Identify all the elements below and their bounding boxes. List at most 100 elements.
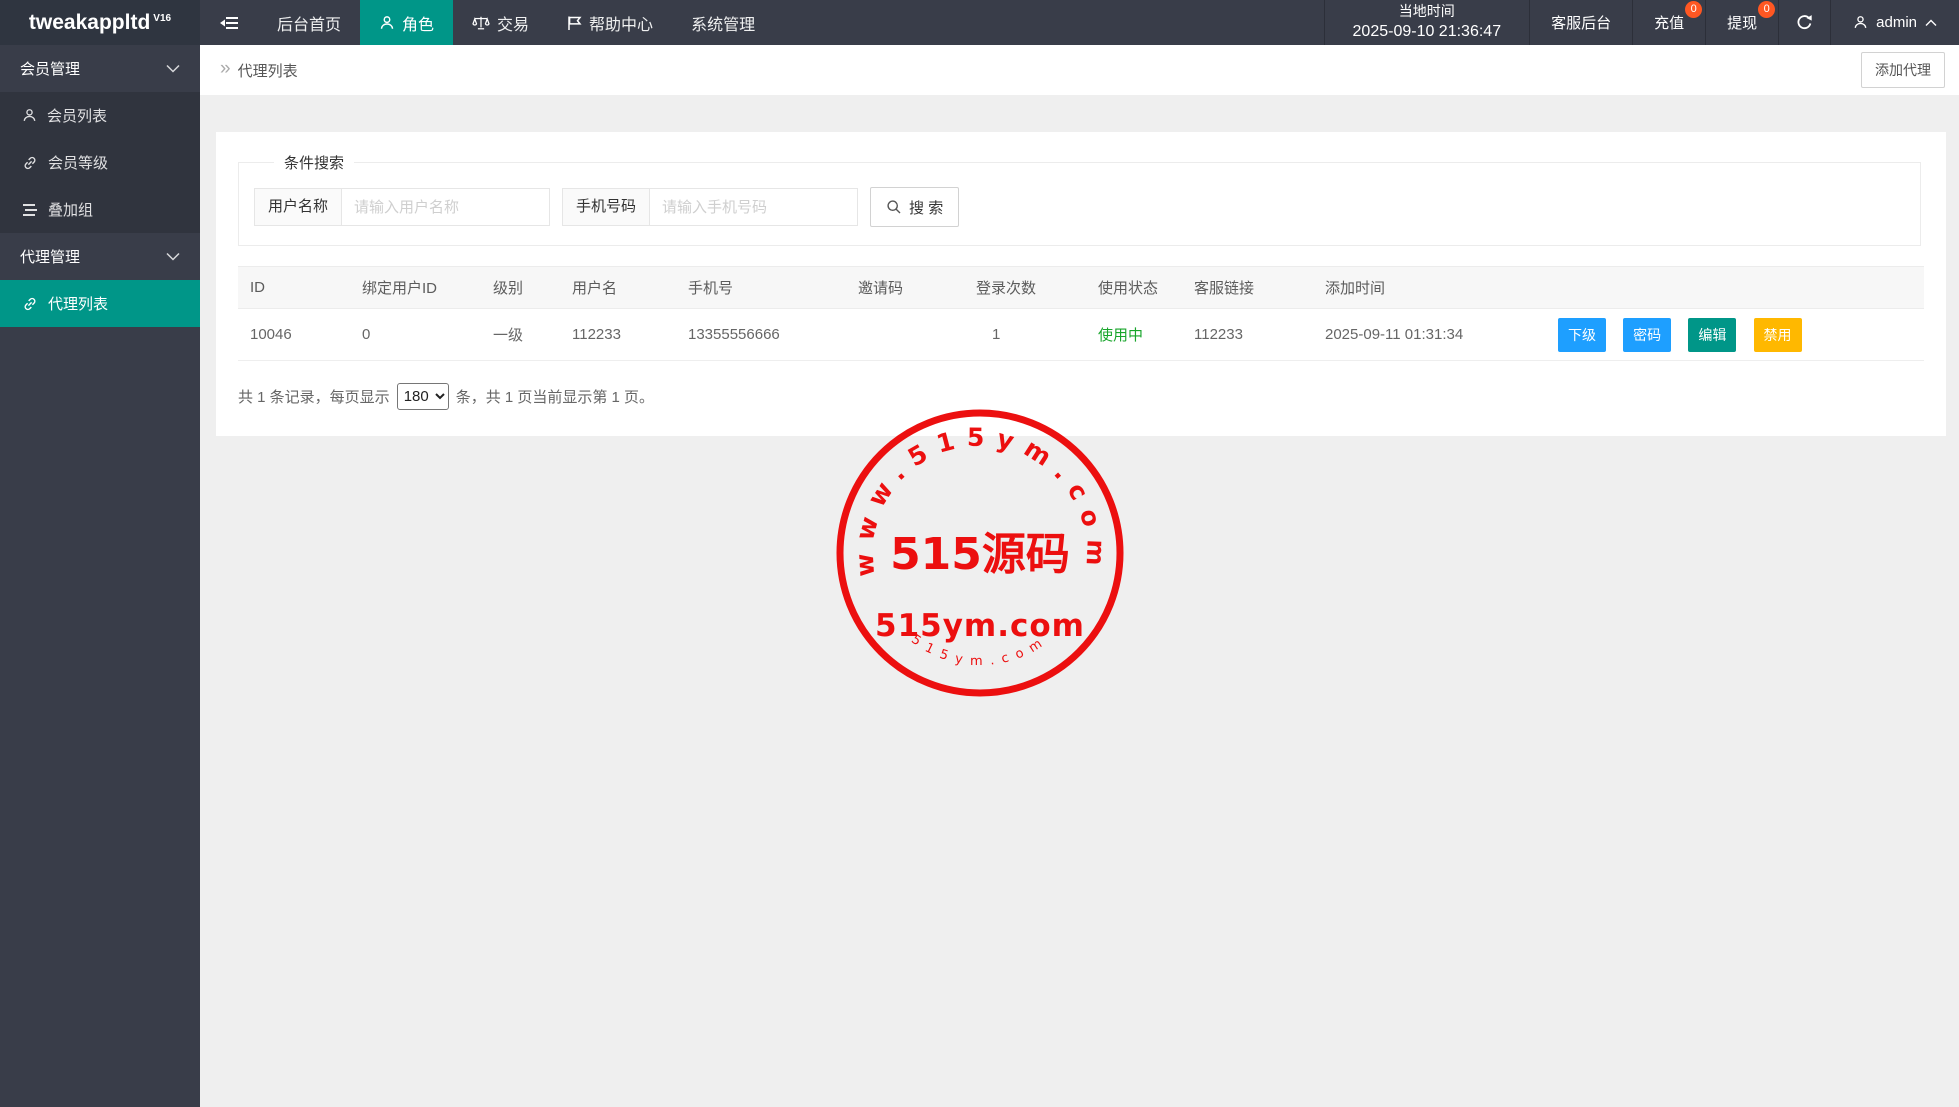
topnav-label: 系统管理: [691, 11, 755, 35]
quick-link-label: 充值: [1654, 12, 1684, 33]
local-time-block: 当地时间 2025-09-10 21:36:47: [1324, 0, 1531, 45]
cell-invite-code: [846, 309, 964, 361]
refresh-button[interactable]: [1779, 0, 1831, 45]
col-header-bind-user-id: 绑定用户ID: [350, 267, 481, 309]
search-panel: 条件搜索 用户名称 手机号码 搜 索: [238, 152, 1921, 246]
cell-id: 10046: [238, 309, 350, 361]
main-area: » 代理列表 添加代理 条件搜索 用户名称 手机号码: [200, 45, 1959, 1107]
sidebar-item-overlay-group[interactable]: 叠加组: [0, 186, 200, 233]
sidebar-item-agent-list[interactable]: 代理列表: [0, 280, 200, 327]
sidebar-item-member-level[interactable]: 会员等级: [0, 139, 200, 186]
topnav-label: 交易: [497, 11, 529, 35]
topnav-item-recharge[interactable]: 充值 0: [1633, 0, 1706, 45]
col-header-actions: [1543, 267, 1924, 309]
disable-button[interactable]: 禁用: [1754, 318, 1802, 352]
sidebar-group-label: 会员管理: [20, 58, 80, 79]
watermark-domain-text: 515ym.com: [875, 608, 1085, 644]
topnav-item-withdraw[interactable]: 提现 0: [1706, 0, 1779, 45]
watermark-circle: [840, 413, 1120, 693]
recharge-count-badge: 0: [1685, 1, 1702, 18]
chevron-up-icon: [1925, 19, 1937, 27]
person-icon: [22, 108, 37, 123]
cell-created-at: 2025-09-11 01:31:34: [1313, 309, 1543, 361]
topnav-item-role[interactable]: 角色: [360, 0, 453, 45]
top-header: tweakappltdV16 后台首页 角色 交易: [0, 0, 1959, 45]
topnav-item-home[interactable]: 后台首页: [258, 0, 360, 45]
sidebar-item-label: 叠加组: [48, 199, 93, 220]
username-field-label: 用户名称: [254, 188, 342, 226]
table-row: 10046 0 一级 112233 13355556666 1 使用中 1122…: [238, 309, 1924, 361]
sidebar-group-member-management[interactable]: 会员管理: [0, 45, 200, 92]
cell-actions: 下级 密码 编辑 禁用: [1543, 309, 1924, 361]
edit-button[interactable]: 编辑: [1688, 318, 1736, 352]
topnav-label: 后台首页: [277, 11, 341, 35]
phone-field-label: 手机号码: [562, 188, 650, 226]
col-header-level: 级别: [481, 267, 560, 309]
topnav-item-service-admin[interactable]: 客服后台: [1530, 0, 1633, 45]
watermark-center-text: 515源码: [890, 529, 1070, 580]
flag-icon: [567, 15, 582, 31]
brand-logo: tweakappltdV16: [0, 0, 200, 45]
header-spacer: [774, 0, 1323, 45]
topnav-item-trade[interactable]: 交易: [453, 0, 548, 45]
cell-username: 112233: [560, 309, 676, 361]
chevron-down-icon: [166, 252, 180, 261]
cell-login-count: 1: [964, 309, 1086, 361]
withdraw-count-badge: 0: [1758, 1, 1775, 18]
sidebar-item-member-list[interactable]: 会员列表: [0, 92, 200, 139]
stack-icon: [22, 203, 38, 217]
sidebar: 会员管理 会员列表 会员等级 叠加组 代理管理: [0, 45, 200, 1107]
content-card: 条件搜索 用户名称 手机号码 搜 索: [216, 132, 1946, 436]
col-header-created-at: 添加时间: [1313, 267, 1543, 309]
refresh-icon: [1796, 14, 1813, 31]
sidebar-group-agent-management[interactable]: 代理管理: [0, 233, 200, 280]
search-button-label: 搜 索: [909, 197, 943, 218]
pagination-bar: 共 1 条记录，每页显示 180 条，共 1 页当前显示第 1 页。: [238, 383, 1921, 410]
password-button[interactable]: 密码: [1623, 318, 1671, 352]
table-header-row: ID 绑定用户ID 级别 用户名 手机号 邀请码 登录次数 使用状态 客服链接 …: [238, 267, 1924, 309]
phone-input[interactable]: [650, 188, 858, 226]
sub-agents-button[interactable]: 下级: [1558, 318, 1606, 352]
search-button[interactable]: 搜 索: [870, 187, 959, 227]
quick-link-label: 客服后台: [1551, 12, 1611, 33]
breadcrumb-marker-icon: »: [220, 58, 231, 80]
brand-name: tweakappltd: [29, 11, 150, 35]
col-header-phone: 手机号: [676, 267, 846, 309]
per-page-select[interactable]: 180: [397, 383, 449, 410]
link-icon: [22, 155, 38, 171]
username-input[interactable]: [342, 188, 550, 226]
sidebar-toggle-button[interactable]: [200, 0, 258, 45]
search-row: 用户名称 手机号码 搜 索: [254, 187, 1905, 227]
person-icon: [1853, 15, 1868, 30]
cell-service-link: 112233: [1182, 309, 1313, 361]
col-header-status: 使用状态: [1086, 267, 1182, 309]
watermark-arc-top-text: www.515ym.com: [849, 423, 1110, 578]
balance-icon: [472, 15, 490, 31]
quick-link-label: 提现: [1727, 12, 1757, 33]
sidebar-item-label: 会员列表: [47, 105, 107, 126]
local-time-label: 当地时间: [1353, 2, 1502, 21]
topnav-label: 角色: [402, 11, 434, 35]
cell-status: 使用中: [1086, 309, 1182, 361]
topnav-item-system[interactable]: 系统管理: [672, 0, 774, 45]
agent-table-wrap: ID 绑定用户ID 级别 用户名 手机号 邀请码 登录次数 使用状态 客服链接 …: [238, 266, 1924, 361]
topnav-label: 帮助中心: [589, 11, 653, 35]
agent-table: ID 绑定用户ID 级别 用户名 手机号 邀请码 登录次数 使用状态 客服链接 …: [238, 266, 1924, 361]
sidebar-item-label: 代理列表: [48, 293, 108, 314]
local-time-value: 2025-09-10 21:36:47: [1353, 21, 1502, 43]
col-header-username: 用户名: [560, 267, 676, 309]
watermark-stamp: www.515ym.com 515源码 515ym.com 515ym.com: [830, 403, 1130, 703]
pagination-prefix: 共 1 条记录，每页显示: [238, 386, 390, 407]
add-agent-button[interactable]: 添加代理: [1861, 52, 1945, 88]
search-panel-legend: 条件搜索: [274, 152, 354, 173]
user-menu[interactable]: admin: [1831, 0, 1959, 45]
link-icon: [22, 296, 38, 312]
sidebar-item-label: 会员等级: [48, 152, 108, 173]
col-header-id: ID: [238, 267, 350, 309]
cell-phone: 13355556666: [676, 309, 846, 361]
col-header-service-link: 客服链接: [1182, 267, 1313, 309]
topnav-item-help[interactable]: 帮助中心: [548, 0, 672, 45]
cell-level: 一级: [481, 309, 560, 361]
breadcrumb: » 代理列表: [220, 60, 298, 81]
menu-spread-icon: [220, 15, 239, 31]
